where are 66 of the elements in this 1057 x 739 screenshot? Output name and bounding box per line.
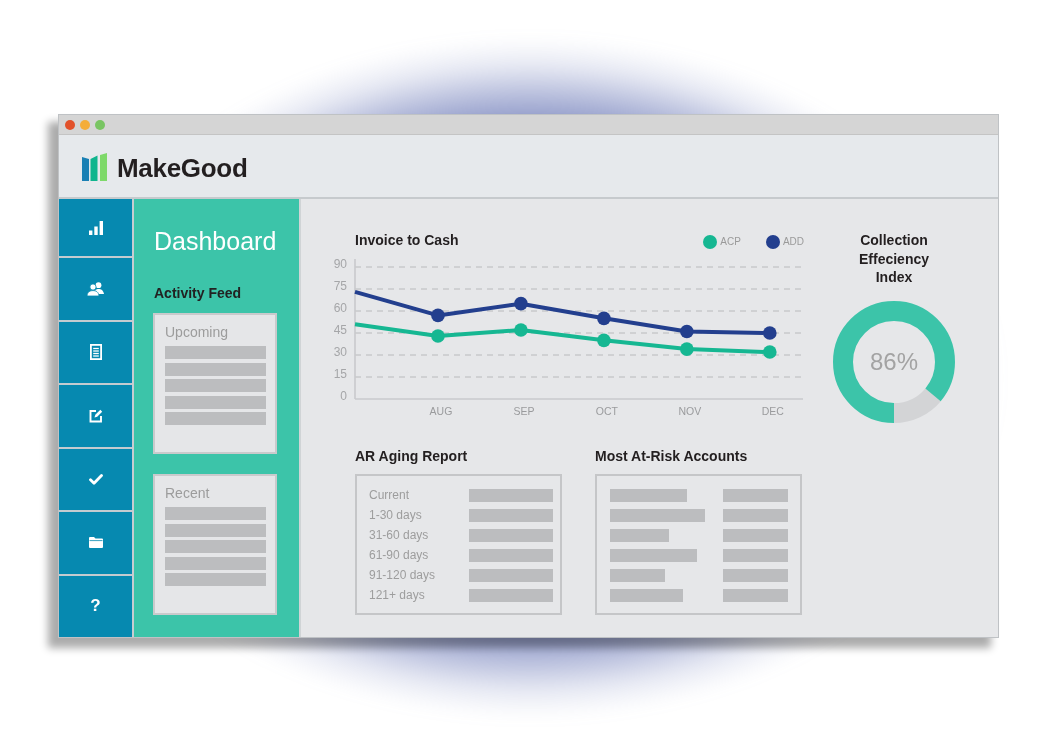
axis-label: SEP [513, 404, 535, 417]
axis-label: 60 [333, 301, 347, 316]
nav-button[interactable] [59, 448, 132, 513]
axis-label: 75 [333, 279, 347, 294]
data-point [680, 342, 694, 356]
document-icon [89, 344, 102, 361]
axis-label: 90 [333, 257, 347, 272]
placeholder-bar [610, 528, 669, 542]
folder-icon [88, 537, 103, 549]
axis-label: 30 [333, 345, 347, 360]
data-point [431, 308, 445, 323]
report-title: Most At-Risk Accounts [595, 447, 749, 465]
window-control-icon[interactable] [65, 119, 75, 130]
axis-label: DEC [761, 404, 784, 417]
card-title: Recent [165, 484, 211, 502]
aging-label: 31-60 days [369, 528, 430, 542]
chart-title: Invoice to Cash [355, 231, 459, 249]
nav-button[interactable] [59, 258, 132, 322]
logo-icon [82, 153, 108, 182]
nav-button[interactable] [59, 199, 132, 259]
page-title: Dashboard [153, 226, 278, 256]
data-point [431, 329, 445, 343]
legend-label: ACP [720, 235, 741, 248]
aging-label: 61-90 days [369, 548, 430, 562]
help-button[interactable]: ? [59, 575, 132, 637]
bar-chart-icon [88, 220, 103, 235]
placeholder-bar [723, 568, 788, 582]
window-control-icon[interactable] [80, 119, 90, 130]
report-title: AR Aging Report [355, 447, 469, 465]
data-point [680, 324, 694, 339]
axis-label: 45 [333, 323, 347, 338]
data-point [763, 345, 777, 359]
aging-label: Current [369, 488, 410, 502]
aging-label: 1-30 days [369, 508, 423, 522]
data-point [514, 323, 528, 337]
placeholder-bar [723, 508, 788, 522]
aging-label: 91-120 days [369, 568, 437, 582]
gauge-title: Collection Effeciency Index [857, 231, 930, 287]
data-point [514, 296, 528, 311]
placeholder-bar [723, 588, 788, 602]
axis-label: AUG [429, 404, 453, 417]
gauge-remainder [893, 387, 941, 423]
gauge-reading: 86% [870, 347, 918, 376]
placeholder-bar [723, 528, 788, 542]
axis-label: OCT [595, 404, 618, 417]
aging-label: 121+ days [369, 588, 426, 602]
data-point [763, 326, 777, 340]
legend-label: ADD [782, 235, 804, 248]
brand-name: MakeGood [117, 152, 248, 183]
nav-button[interactable] [59, 321, 132, 386]
check-icon [88, 473, 103, 485]
axis-label: 0 [340, 389, 347, 404]
placeholder-bar [723, 548, 788, 562]
axis-label: 15 [333, 367, 347, 382]
data-point [597, 333, 611, 348]
users-icon [87, 281, 104, 296]
nav-button[interactable] [59, 385, 132, 449]
placeholder-bar [723, 488, 788, 502]
section-heading: Activity Feed [153, 284, 243, 302]
edit-icon [88, 408, 103, 423]
axis-label: NOV [678, 404, 702, 417]
data-point [597, 311, 611, 326]
card-title: Upcoming [165, 323, 230, 341]
placeholder-bar [610, 568, 665, 582]
nav-button[interactable] [59, 512, 132, 576]
window-control-icon[interactable] [95, 119, 105, 130]
